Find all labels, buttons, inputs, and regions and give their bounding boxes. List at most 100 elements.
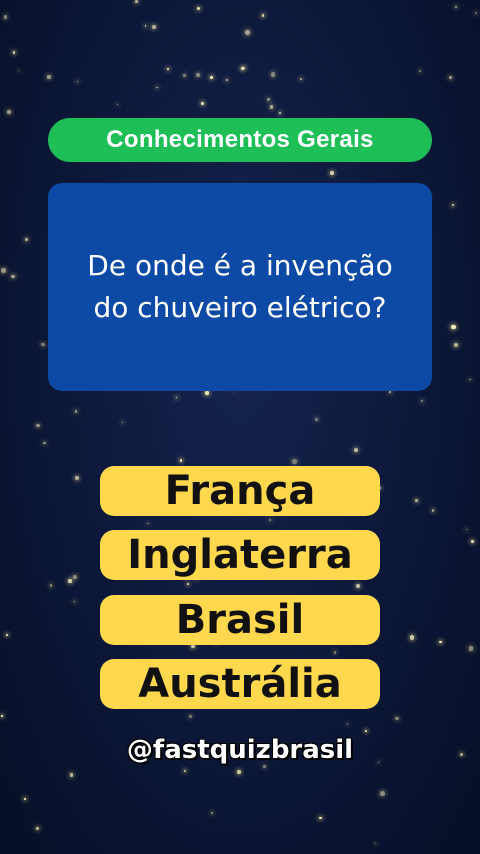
star-dot [420, 400, 423, 403]
star-dot [0, 268, 6, 274]
star-dot [135, 0, 138, 3]
star-dot [395, 716, 399, 720]
star-dot [353, 448, 359, 453]
answer-label: França [164, 468, 316, 514]
star-dot [49, 584, 53, 587]
star-dot [41, 342, 45, 347]
star-dot [47, 75, 51, 79]
answer-label: Brasil [175, 597, 305, 643]
star-dot [211, 812, 213, 814]
star-dot [388, 391, 392, 394]
star-dot [374, 842, 376, 844]
star-dot [409, 635, 415, 640]
star-dot [23, 798, 26, 800]
star-dot [3, 15, 8, 20]
star-dot [68, 579, 72, 583]
star-dot [465, 529, 467, 531]
star-dot [73, 601, 75, 603]
star-dot [69, 773, 74, 777]
star-dot [197, 7, 201, 11]
star-dot [13, 51, 16, 54]
star-dot [451, 204, 454, 206]
star-dot [182, 74, 187, 78]
star-dot [187, 583, 190, 585]
star-dot [147, 523, 149, 525]
star-dot [364, 729, 367, 732]
answer-option-1[interactable]: França [100, 466, 380, 516]
star-dot [263, 765, 267, 768]
handle-text: @fastquizbrasil [126, 735, 354, 765]
answer-label: Austrália [138, 661, 342, 707]
star-dot [179, 458, 183, 462]
star-dot [314, 417, 318, 421]
star-dot [266, 98, 270, 102]
star-dot [415, 499, 419, 503]
star-dot [261, 14, 265, 17]
category-badge: Conhecimentos Gerais [48, 118, 432, 162]
star-dot [469, 378, 471, 381]
star-dot [73, 575, 77, 579]
question-text: De onde é a invenção do chuveiro elétric… [65, 245, 414, 329]
star-dot [75, 476, 79, 481]
star-dot [237, 770, 242, 775]
star-dot [270, 72, 276, 77]
star-dot [205, 391, 209, 395]
category-label: Conhecimentos Gerais [106, 126, 374, 153]
star-dot [242, 66, 246, 69]
answer-option-4[interactable]: Austrália [100, 659, 380, 709]
star-dot [471, 539, 475, 544]
star-dot [269, 105, 274, 109]
star-dot [432, 509, 435, 512]
answer-option-3[interactable]: Brasil [100, 595, 380, 645]
star-dot [244, 29, 250, 35]
star-dot [454, 343, 459, 348]
star-dot [6, 634, 8, 636]
star-dot [122, 422, 124, 424]
star-dot [144, 25, 147, 27]
star-dot [183, 770, 187, 773]
star-dot [175, 396, 177, 399]
star-dot [448, 75, 453, 80]
star-dot [269, 519, 272, 522]
star-dot [278, 112, 281, 115]
star-dot [380, 790, 386, 796]
star-dot [300, 77, 303, 81]
star-dot [6, 110, 11, 115]
star-dot [451, 324, 456, 330]
star-dot [188, 714, 193, 719]
star-dot [355, 583, 360, 588]
star-dot [35, 826, 39, 830]
star-dot [43, 441, 46, 445]
star-dot [116, 103, 118, 105]
star-dot [74, 410, 78, 414]
star-dot [156, 86, 158, 89]
star-dot [196, 73, 201, 78]
question-card: De onde é a invenção do chuveiro elétric… [48, 183, 432, 391]
star-dot [475, 12, 478, 15]
question-line-2: do chuveiro elétrico? [93, 291, 387, 324]
star-dot [200, 102, 204, 106]
star-dot [76, 80, 79, 82]
star-dot [419, 70, 421, 72]
star-dot [191, 645, 195, 649]
star-dot [439, 640, 442, 644]
question-line-1: De onde é a invenção [87, 249, 393, 282]
star-dot [333, 650, 337, 654]
social-handle: @fastquizbrasil [0, 735, 480, 765]
star-dot [468, 646, 473, 651]
answer-option-2[interactable]: Inglaterra [100, 530, 380, 580]
star-dot [225, 78, 228, 81]
star-dot [329, 171, 334, 176]
star-dot [166, 67, 170, 71]
star-dot [17, 69, 20, 72]
star-dot [11, 275, 15, 279]
star-dot [1, 715, 4, 718]
star-dot [36, 423, 41, 428]
star-dot [24, 237, 28, 241]
star-dot [209, 76, 214, 80]
star-dot [292, 459, 297, 464]
answer-label: Inglaterra [127, 532, 353, 578]
star-dot [455, 5, 458, 9]
star-dot [152, 24, 157, 29]
star-dot [319, 816, 322, 820]
